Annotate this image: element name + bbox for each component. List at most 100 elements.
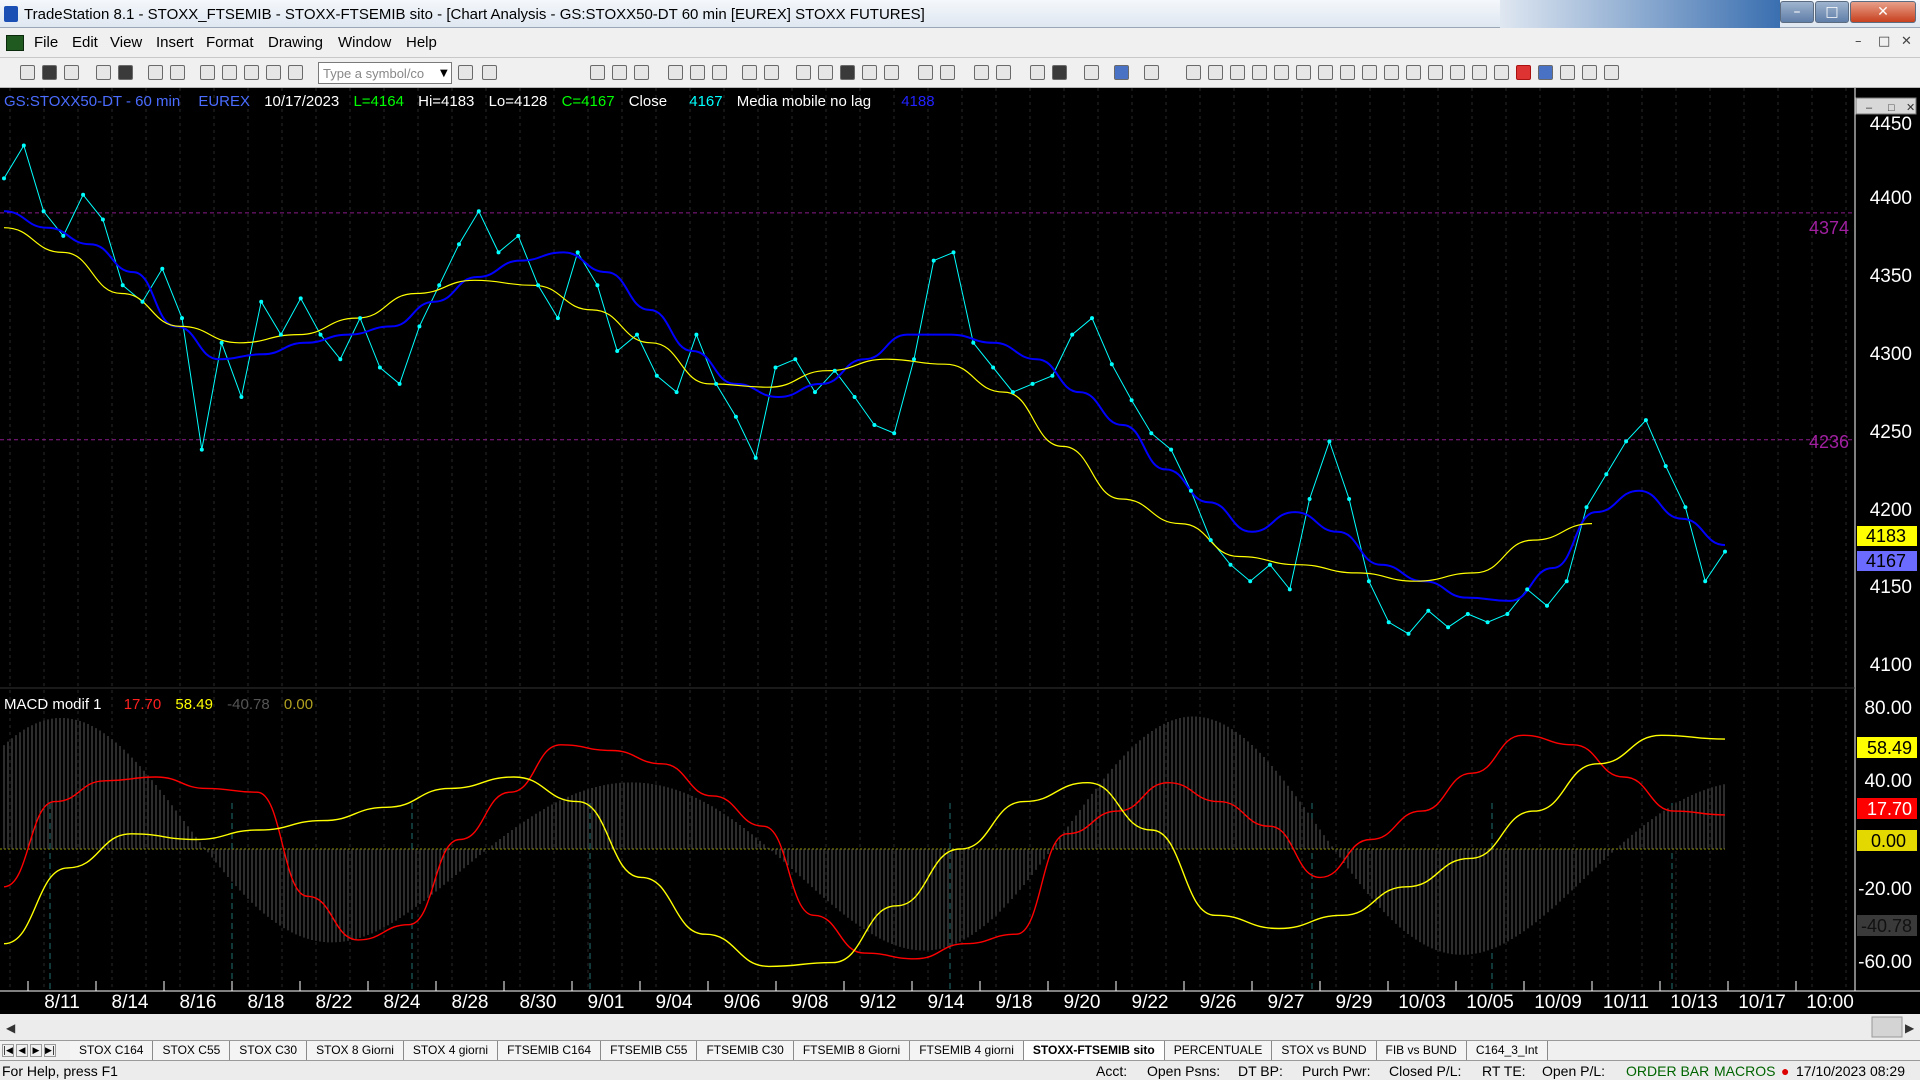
globe-icon[interactable] [288, 65, 303, 80]
menu-view[interactable]: View [110, 34, 142, 51]
open-workspace-icon[interactable] [42, 65, 57, 80]
bar-chart-icon[interactable] [840, 65, 855, 80]
new-window-icon[interactable] [64, 65, 79, 80]
subwindow-restore-icon[interactable]: □ [1888, 102, 1895, 114]
arrow-lr-icon[interactable] [1406, 65, 1421, 80]
vertical-lines-icon[interactable] [1208, 65, 1223, 80]
sheet-tab[interactable]: PERCENTUALE [1164, 1041, 1273, 1060]
strategy-icon[interactable] [690, 65, 705, 80]
macd-axis[interactable]: 80.00 40.00 -20.00 -60.00 58.49 17.70 0.… [1857, 698, 1917, 973]
subwindow-minimize-icon[interactable]: – [1866, 102, 1873, 114]
table-icon[interactable] [634, 65, 649, 80]
subwindow-close-icon[interactable]: ✕ [1906, 102, 1915, 114]
link-icon[interactable] [266, 65, 281, 80]
cycle-lines-icon[interactable] [1362, 65, 1377, 80]
candlestick-icon[interactable] [862, 65, 877, 80]
tab-prev-icon[interactable]: ◀ [16, 1044, 28, 1057]
ellipse-icon[interactable] [1560, 65, 1575, 80]
arrow-up-icon[interactable] [1538, 65, 1553, 80]
options-icon[interactable] [818, 65, 833, 80]
sheet-tab[interactable]: STOX C30 [230, 1041, 308, 1060]
tools-icon[interactable] [1084, 65, 1099, 80]
channel-icon[interactable] [1252, 65, 1267, 80]
sheet-tab[interactable]: FTSEMIB C30 [697, 1041, 794, 1060]
rectangle-icon[interactable] [1582, 65, 1597, 80]
sheet-tab[interactable]: C164_3_Int [1466, 1041, 1548, 1060]
speed-lines-icon[interactable] [1318, 65, 1333, 80]
menu-edit[interactable]: Edit [72, 34, 98, 51]
chart-grid-icon[interactable] [590, 65, 605, 80]
parallel-lines-icon[interactable] [1428, 65, 1443, 80]
mdi-close-icon[interactable]: ✕ [1901, 34, 1912, 49]
minimize-button[interactable]: – [1780, 1, 1814, 23]
tab-first-icon[interactable]: |◀ [2, 1044, 14, 1057]
new-icon[interactable] [20, 65, 35, 80]
symbol-input[interactable]: Type a symbol/co [318, 62, 452, 84]
radar-icon[interactable] [742, 65, 757, 80]
close-button[interactable]: ✕ [1850, 1, 1916, 23]
sheet-tab[interactable]: FTSEMIB 8 Giorni [793, 1041, 911, 1060]
sheet-tab[interactable]: STOX vs BUND [1272, 1041, 1377, 1060]
arrow-down-icon[interactable] [1516, 65, 1531, 80]
text-tool-icon[interactable] [1604, 65, 1619, 80]
sheet-tab[interactable]: FTSEMIB C55 [601, 1041, 698, 1060]
menu-help[interactable]: Help [406, 34, 437, 51]
sheet-tab[interactable]: STOX C55 [153, 1041, 231, 1060]
menu-file[interactable]: File [34, 34, 58, 51]
gann-icon[interactable] [1340, 65, 1355, 80]
chart-grid-2-icon[interactable] [612, 65, 627, 80]
mdi-minimize-icon[interactable]: – [1855, 34, 1862, 49]
andrews-pitchfork-icon[interactable] [1384, 65, 1399, 80]
zoom-out-icon[interactable] [996, 65, 1011, 80]
format-icon[interactable] [1114, 65, 1129, 80]
menu-format[interactable]: Format [206, 34, 254, 51]
window-tile-icon[interactable] [200, 65, 215, 80]
scroll-right-icon[interactable]: ▶ [1905, 1021, 1915, 1035]
binoculars-icon[interactable] [482, 65, 497, 80]
sheet-tab[interactable]: STOX C164 [70, 1041, 154, 1060]
chart-window-icon[interactable] [6, 35, 24, 51]
sheet-tab[interactable]: FIB vs BUND [1376, 1041, 1467, 1060]
subwindow-controls[interactable]: – □ ✕ [1855, 97, 1917, 115]
scroll-thumb[interactable] [1871, 1016, 1903, 1038]
window-cascade-icon[interactable] [222, 65, 237, 80]
fib-fan-icon[interactable] [1274, 65, 1289, 80]
menu-window[interactable]: Window [338, 34, 391, 51]
tab-last-icon[interactable]: ▶| [44, 1044, 56, 1057]
tab-next-icon[interactable]: ▶ [30, 1044, 42, 1057]
pencil-icon[interactable] [1472, 65, 1487, 80]
folder-icon[interactable] [118, 65, 133, 80]
window-link-icon[interactable] [764, 65, 779, 80]
zoom-out-bars-icon[interactable] [940, 65, 955, 80]
scroll-left-icon[interactable]: ◀ [6, 1021, 16, 1035]
zoom-in-icon[interactable] [974, 65, 989, 80]
scan-icon[interactable] [712, 65, 727, 80]
zoom-in-bars-icon[interactable] [918, 65, 933, 80]
sheet-tab[interactable]: FTSEMIB C164 [498, 1041, 602, 1060]
maximize-button[interactable]: □ [1815, 1, 1849, 23]
alert-icon[interactable] [796, 65, 811, 80]
lock-icon[interactable] [244, 65, 259, 80]
toggle-icon[interactable] [1144, 65, 1159, 80]
menu-insert[interactable]: Insert [156, 34, 194, 51]
curve-icon[interactable] [1494, 65, 1509, 80]
status-macros[interactable]: MACROS [1714, 1063, 1775, 1079]
print-icon[interactable] [148, 65, 163, 80]
arc-icon[interactable] [1450, 65, 1465, 80]
sheet-tab[interactable]: FTSEMIB 4 giorni [910, 1041, 1024, 1060]
trendline-icon[interactable] [1186, 65, 1201, 80]
fib-retracement-icon[interactable] [1296, 65, 1311, 80]
data-tips-icon[interactable] [1052, 65, 1067, 80]
menu-drawing[interactable]: Drawing [268, 34, 323, 51]
horizontal-lines-icon[interactable] [1230, 65, 1245, 80]
copy-icon[interactable] [96, 65, 111, 80]
horizontal-scrollbar[interactable]: ◀ ▶ [0, 1014, 1920, 1040]
status-order-bar[interactable]: ORDER BAR [1626, 1063, 1709, 1079]
line-chart-icon[interactable] [884, 65, 899, 80]
symbol-dropdown-icon[interactable]: ▼ [440, 68, 448, 79]
sheet-tab[interactable]: STOXX-FTSEMIB sito [1023, 1041, 1165, 1060]
sheet-tab[interactable]: STOX 8 Giorni [307, 1041, 404, 1060]
chart-analysis-area[interactable]: GS:STOXX50-DT - 60 min EUREX 10/17/2023 … [0, 88, 1920, 1040]
mdi-restore-icon[interactable]: □ [1878, 34, 1890, 49]
go-arrow-icon[interactable] [458, 65, 473, 80]
